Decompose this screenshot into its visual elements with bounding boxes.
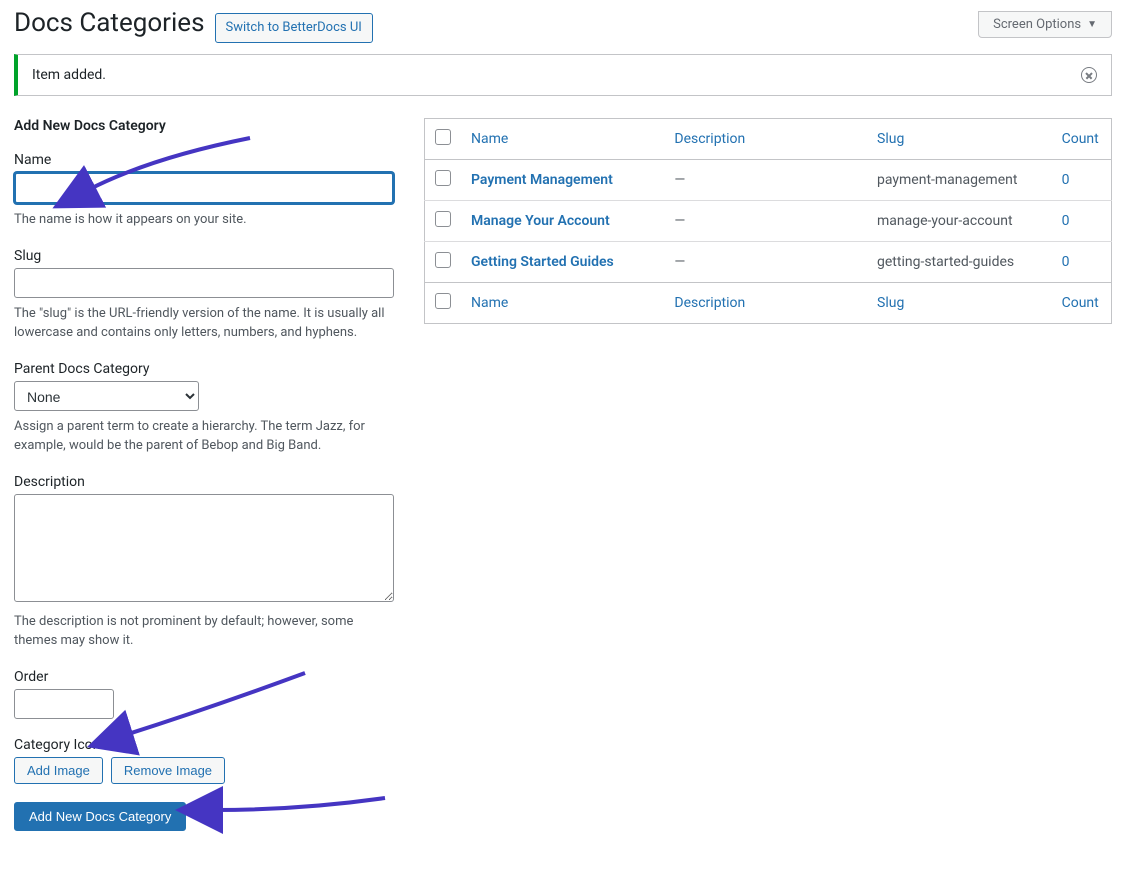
- description-textarea[interactable]: [14, 494, 394, 602]
- category-icon-label: Category Icon: [14, 737, 394, 753]
- col-description-footer[interactable]: Description: [674, 295, 745, 311]
- name-input[interactable]: [14, 172, 394, 204]
- row-checkbox[interactable]: [435, 170, 451, 186]
- submit-button[interactable]: Add New Docs Category: [14, 802, 186, 831]
- col-name-header[interactable]: Name: [471, 131, 508, 147]
- categories-table: Name Description Slug Count Payment Mana…: [424, 118, 1112, 324]
- notice-success: Item added.: [14, 54, 1112, 96]
- row-name-link[interactable]: Manage Your Account: [471, 213, 610, 229]
- notice-message: Item added.: [32, 67, 106, 83]
- row-count-link[interactable]: 0: [1062, 172, 1070, 188]
- row-description: —: [664, 160, 867, 201]
- switch-ui-button[interactable]: Switch to BetterDocs UI: [215, 13, 373, 43]
- row-checkbox[interactable]: [435, 211, 451, 227]
- row-description: —: [664, 242, 867, 283]
- add-image-button[interactable]: Add Image: [14, 757, 103, 784]
- parent-label: Parent Docs Category: [14, 361, 394, 377]
- chevron-down-icon: ▼: [1087, 19, 1097, 30]
- row-slug: manage-your-account: [867, 201, 1052, 242]
- name-hint: The name is how it appears on your site.: [14, 210, 394, 230]
- remove-image-button[interactable]: Remove Image: [111, 757, 225, 784]
- order-label: Order: [14, 669, 394, 685]
- col-count-header[interactable]: Count: [1062, 131, 1099, 147]
- col-count-footer[interactable]: Count: [1062, 295, 1099, 311]
- parent-hint: Assign a parent term to create a hierarc…: [14, 417, 394, 456]
- col-name-footer[interactable]: Name: [471, 295, 508, 311]
- screen-options-label: Screen Options: [993, 17, 1081, 32]
- slug-label: Slug: [14, 248, 394, 264]
- col-slug-header[interactable]: Slug: [877, 131, 904, 147]
- row-name-link[interactable]: Payment Management: [471, 172, 613, 188]
- slug-input[interactable]: [14, 268, 394, 298]
- select-all-bottom-checkbox[interactable]: [435, 293, 451, 309]
- screen-options-toggle[interactable]: Screen Options ▼: [978, 11, 1112, 38]
- row-count-link[interactable]: 0: [1062, 213, 1070, 229]
- row-checkbox[interactable]: [435, 252, 451, 268]
- order-input[interactable]: [14, 689, 114, 719]
- description-label: Description: [14, 474, 394, 490]
- description-hint: The description is not prominent by defa…: [14, 612, 394, 651]
- select-all-top-checkbox[interactable]: [435, 129, 451, 145]
- col-slug-footer[interactable]: Slug: [877, 295, 904, 311]
- row-name-link[interactable]: Getting Started Guides: [471, 254, 614, 270]
- name-label: Name: [14, 152, 394, 168]
- row-description: —: [664, 201, 867, 242]
- table-row: Payment Management —payment-management 0: [425, 160, 1112, 201]
- table-row: Manage Your Account —manage-your-account 0: [425, 201, 1112, 242]
- parent-select[interactable]: None: [14, 381, 199, 411]
- row-slug: getting-started-guides: [867, 242, 1052, 283]
- table-row: Getting Started Guides —getting-started-g…: [425, 242, 1112, 283]
- slug-hint: The "slug" is the URL-friendly version o…: [14, 304, 394, 343]
- form-heading: Add New Docs Category: [14, 118, 394, 134]
- page-title: Docs Categories: [14, 8, 205, 38]
- row-slug: payment-management: [867, 160, 1052, 201]
- close-icon[interactable]: [1081, 67, 1097, 83]
- col-description-header[interactable]: Description: [674, 131, 745, 147]
- row-count-link[interactable]: 0: [1062, 254, 1070, 270]
